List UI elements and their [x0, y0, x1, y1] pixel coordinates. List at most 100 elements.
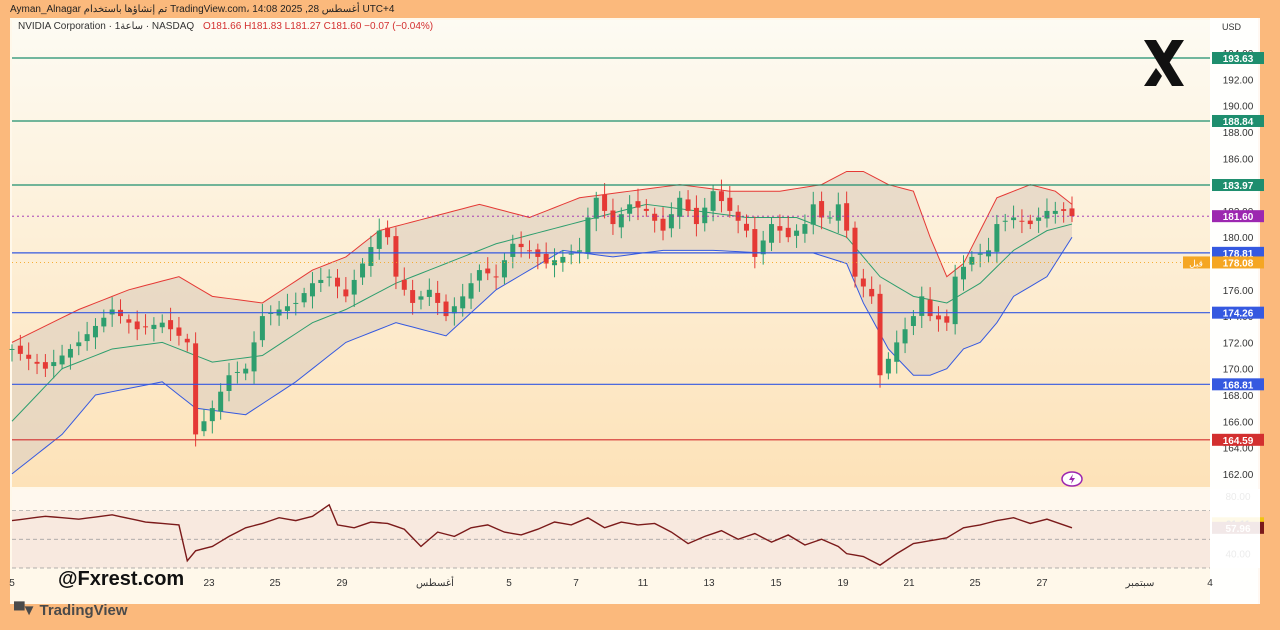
candle-body	[468, 283, 474, 299]
candle-body	[860, 278, 866, 287]
candle-body	[143, 326, 149, 328]
tradingview-icon: ▀▼	[14, 602, 37, 619]
candle-body	[435, 292, 441, 303]
candle-body	[1027, 220, 1033, 225]
candle-body	[193, 343, 199, 435]
candle-body	[209, 408, 215, 422]
time-tick-label: أغسطس	[416, 576, 454, 589]
candle-body	[410, 290, 416, 303]
candle-body	[969, 256, 975, 265]
candle-body	[67, 348, 73, 358]
candle-body	[677, 197, 683, 217]
candle-body	[526, 250, 532, 252]
time-tick-label: 25	[269, 578, 281, 589]
candle-body	[902, 329, 908, 344]
candle-body	[785, 227, 791, 238]
candle-body	[485, 268, 491, 274]
symbol-line: NVIDIA Corporation · 1ساعة · NASDAQ O181…	[18, 21, 433, 32]
candle-body	[251, 342, 257, 372]
candle-body	[243, 368, 249, 374]
candle-body	[702, 207, 708, 224]
candle-body	[819, 201, 825, 218]
time-tick-label: 19	[837, 578, 849, 589]
candle-body	[201, 421, 207, 432]
candle-body	[42, 362, 48, 369]
candle-body	[293, 302, 299, 304]
time-tick-label: 7	[573, 578, 579, 589]
time-tick-label: 23	[203, 578, 215, 589]
ohlc-values: O181.66 H181.83 L181.27 C181.60 −0.07 (−…	[202, 21, 434, 32]
candle-body	[351, 279, 357, 295]
candle-body	[643, 208, 649, 211]
time-tick-label: 15	[770, 578, 782, 589]
candle-body	[885, 358, 891, 374]
symbol-name: NVIDIA Corporation · 1ساعة · NASDAQ	[18, 21, 195, 32]
candle-body	[151, 324, 157, 329]
candle-body	[460, 296, 466, 309]
tradingview-logo: ▀▼ TradingView	[14, 602, 128, 619]
candle-body	[727, 197, 733, 211]
time-tick-label: 11	[638, 578, 649, 589]
candle-body	[710, 191, 716, 211]
candle-body	[827, 217, 833, 219]
candle-body	[159, 322, 165, 328]
price-level-label: 174.26	[1223, 309, 1254, 320]
price-tick-label: 176.00	[1223, 286, 1254, 297]
candle-body	[101, 317, 107, 327]
candle-body	[635, 201, 641, 208]
candle-body	[1002, 220, 1008, 222]
x-logo-icon	[1144, 40, 1184, 86]
candle-body	[218, 391, 224, 412]
price-tick-label: 166.00	[1223, 417, 1254, 428]
candle-body	[9, 348, 15, 350]
price-tick-label: 162.00	[1223, 470, 1254, 481]
candle-body	[844, 203, 850, 231]
price-tick-label: 190.00	[1223, 102, 1254, 113]
candle-body	[627, 204, 633, 214]
candle-body	[326, 276, 332, 278]
candle-body	[376, 230, 382, 249]
candle-body	[1019, 220, 1025, 222]
candle-body	[1036, 217, 1042, 221]
candle-body	[960, 266, 966, 280]
candle-body	[17, 345, 23, 354]
candle-body	[518, 243, 524, 248]
watermark-text: @Fxrest.com	[58, 568, 185, 590]
candle-body	[760, 240, 766, 255]
candle-body	[927, 299, 933, 317]
candle-body	[602, 194, 608, 211]
candle-body	[476, 270, 482, 281]
marker-note: قبل	[1189, 258, 1203, 268]
candle-body	[835, 204, 841, 221]
candle-body	[935, 315, 941, 320]
candle-body	[59, 355, 65, 365]
candle-body	[284, 306, 290, 311]
candle-body	[1069, 208, 1075, 217]
alert-icon[interactable]	[1060, 470, 1084, 488]
candle-body	[418, 296, 424, 300]
candle-body	[894, 342, 900, 362]
candle-body	[802, 224, 808, 234]
candle-body	[743, 223, 749, 231]
candle-body	[1052, 210, 1058, 214]
price-tick-label: 170.00	[1223, 365, 1254, 376]
price-level-label: 164.59	[1223, 436, 1254, 447]
candle-body	[652, 213, 658, 221]
time-tick-label: 21	[903, 578, 915, 589]
price-chart[interactable]: 40.0080.0061.1157.96 162.00164.00166.001…	[0, 0, 1280, 630]
candle-body	[585, 217, 591, 254]
candle-body	[593, 197, 599, 219]
price-tick-label: 192.00	[1223, 75, 1254, 86]
candle-body	[368, 247, 374, 266]
time-tick-label: 5	[9, 578, 15, 589]
candle-body	[977, 253, 983, 255]
candle-body	[718, 191, 724, 202]
candle-body	[952, 276, 958, 325]
candle-body	[84, 334, 90, 342]
candle-body	[360, 263, 366, 278]
candle-body	[1061, 209, 1067, 211]
candle-body	[343, 289, 349, 297]
candle-body	[385, 227, 391, 238]
candle-body	[568, 253, 574, 255]
candle-body	[309, 283, 315, 297]
